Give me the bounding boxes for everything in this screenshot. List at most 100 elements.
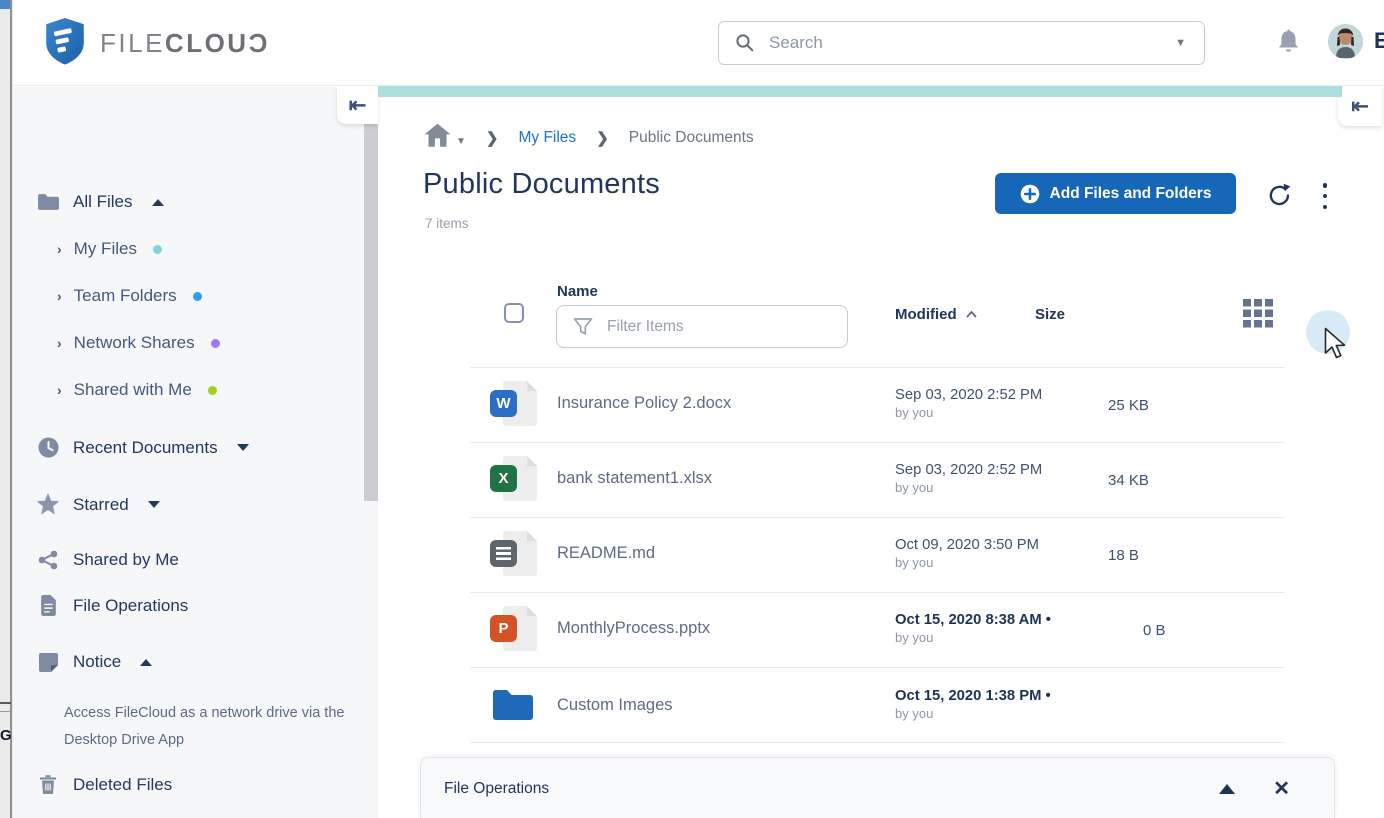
sidebar-item-label: Notice [73,652,121,672]
background-window-divider [0,702,11,704]
excel-file-icon: X [490,456,540,502]
chevron-right-icon[interactable]: › [57,335,62,351]
filecloud-wordmark: FILECLOUƆ [100,28,270,59]
filecloud-logo[interactable]: FILECLOUƆ [44,17,270,70]
breadcrumb-current: Public Documents [629,129,754,147]
sidebar-item-starred[interactable]: Starred [36,493,160,516]
panel-close-icon[interactable]: ✕ [1273,779,1290,799]
items-count: 7 items [425,216,469,231]
file-size: 0 B [1143,622,1166,639]
refresh-icon[interactable] [1266,182,1294,210]
chevron-right-icon[interactable]: › [57,288,62,304]
sidebar-item-label: All Files [73,192,133,212]
clock-icon [36,437,60,458]
network-shares-dot [211,339,220,348]
file-name[interactable]: README.md [557,544,655,563]
background-window-fragment [0,0,10,9]
more-options-kebab-icon[interactable] [1320,183,1330,209]
star-icon [36,493,60,516]
collapse-caret-icon[interactable] [152,199,164,206]
page-title: Public Documents [423,168,660,201]
home-caret-icon[interactable]: ▼ [456,136,466,147]
trash-icon [36,775,60,795]
sidebar-item-label: Deleted Files [73,775,172,795]
sidebar-collapse-button[interactable]: ⇤ [337,86,378,124]
column-header-modified[interactable]: Modified [895,306,978,323]
sidebar-item-shared-by-me[interactable]: Shared by Me [36,550,179,570]
chevron-right-icon[interactable]: › [57,382,62,398]
expand-caret-icon[interactable] [237,444,249,451]
file-modified: Oct 15, 2020 1:38 PM • by you [895,688,1051,721]
select-all-checkbox[interactable] [504,303,524,323]
sidebar-item-notice[interactable]: Notice [36,652,152,672]
filter-box [556,305,848,348]
file-name[interactable]: bank statement1.xlsx [557,469,712,488]
file-size: 34 KB [1108,472,1149,489]
grid-view-icon[interactable] [1243,299,1273,333]
filecloud-app: Gr FILECLOUƆ [0,0,1384,818]
sidebar-item-team-folders[interactable]: › Team Folders [57,286,202,306]
background-window-edge: Gr [0,0,13,818]
sort-ascending-icon [965,310,978,319]
chevron-right-icon[interactable]: › [57,241,62,257]
background-window-divider [0,711,11,712]
sidebar-item-label: Starred [73,495,129,515]
breadcrumb: ▼ ❯ My Files ❯ Public Documents [424,124,754,152]
breadcrumb-chevron-icon: ❯ [596,129,609,147]
home-icon[interactable] [424,123,451,153]
file-size: 18 B [1108,547,1139,564]
collapse-caret-icon[interactable] [140,659,152,666]
file-modified: Sep 03, 2020 2:52 PM by you [895,462,1042,495]
file-size: 25 KB [1108,397,1149,414]
sidebar-item-all-files[interactable]: All Files [36,192,164,212]
sidebar-item-label: Team Folders [74,286,177,306]
powerpoint-file-icon: P [490,606,540,652]
file-modified: Oct 09, 2020 3:50 PM by you [895,537,1039,570]
team-folders-dot [193,292,202,301]
sidebar-item-deleted-files[interactable]: Deleted Files [36,775,172,795]
note-icon [36,653,60,672]
file-name[interactable]: MonthlyProcess.pptx [557,619,710,638]
add-files-button[interactable]: Add Files and Folders [995,173,1236,214]
word-file-icon: W [490,381,540,427]
background-window-border [10,0,12,818]
sidebar: All Files › My Files › Team Folders › Ne… [13,87,378,818]
sidebar-item-file-operations[interactable]: File Operations [36,595,188,616]
folder-name[interactable]: Custom Images [557,696,673,715]
plus-circle-icon [1020,184,1040,204]
search-icon [735,33,755,53]
table-divider [470,667,1285,668]
table-divider [470,442,1285,443]
sidebar-scrollbar[interactable] [364,118,378,501]
table-divider [470,592,1285,593]
sidebar-item-my-files[interactable]: › My Files [57,239,162,259]
panel-collapse-button[interactable]: ⇤ [1338,86,1382,126]
sidebar-item-label: Network Shares [74,333,195,353]
filter-funnel-icon [572,317,594,337]
file-operations-panel: File Operations ✕ [420,757,1335,818]
user-avatar[interactable] [1328,24,1363,59]
table-divider [470,517,1285,518]
sidebar-item-recent-documents[interactable]: Recent Documents [36,437,249,458]
folder-row-icon [490,687,540,733]
sidebar-item-network-shares[interactable]: › Network Shares [57,333,220,353]
modified-label: Modified [895,306,957,323]
column-header-name[interactable]: Name [557,283,598,300]
breadcrumb-chevron-icon: ❯ [486,129,499,147]
search-input[interactable] [769,33,1175,53]
expand-caret-icon[interactable] [148,501,160,508]
file-name[interactable]: Insurance Policy 2.docx [557,394,731,413]
markdown-file-icon [490,531,540,577]
breadcrumb-link-my-files[interactable]: My Files [518,129,576,147]
notifications-bell-icon[interactable] [1277,29,1300,60]
file-modified: Oct 15, 2020 8:38 AM • by you [895,612,1051,645]
filter-items-input[interactable] [607,318,847,336]
mouse-cursor [1324,327,1347,365]
file-icon [36,595,60,616]
column-header-size[interactable]: Size [1035,306,1065,323]
search-scope-caret-icon[interactable]: ▼ [1175,37,1186,49]
panel-collapse-triangle-icon[interactable] [1219,784,1235,794]
sidebar-item-shared-with-me[interactable]: › Shared with Me [57,380,217,400]
sidebar-item-label: File Operations [73,596,188,616]
my-files-dot [153,245,162,254]
